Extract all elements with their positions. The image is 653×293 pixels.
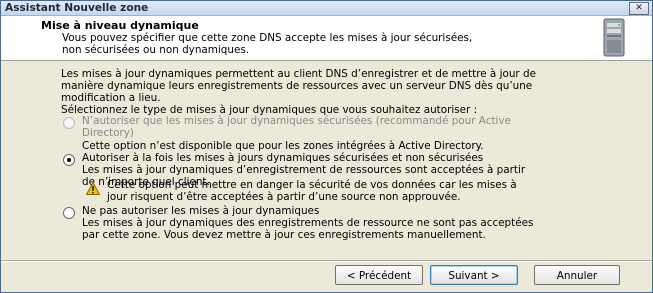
option-no-dynamic-desc2: par cette zone. Vous devez mettre à jour… <box>82 229 486 241</box>
page-title: Mise à niveau dynamique <box>41 19 199 32</box>
option-secure-and-nonsecure-desc1: Les mises à jour dynamiques d’enregistre… <box>82 164 526 176</box>
intro-line3: modification a lieu. <box>61 92 161 104</box>
title-bar[interactable]: Assistant Nouvelle zone ✕ <box>1 1 652 16</box>
warning-line2: jour risquent d’être acceptées à partir … <box>107 191 461 203</box>
radio-no-dynamic[interactable] <box>63 207 75 219</box>
page-subtitle-line2: non sécurisées ou non dynamiques. <box>62 44 250 56</box>
page-subtitle-line1: Vous pouvez spécifier que cette zone DNS… <box>62 32 473 44</box>
option-no-dynamic-desc1: Les mises à jour dynamiques des enregist… <box>82 217 534 229</box>
button-separator <box>1 260 652 262</box>
warning-line1: Cette option peut mettre en danger la sé… <box>107 179 517 191</box>
page-subtitle: Vous pouvez spécifier que cette zone DNS… <box>62 32 582 56</box>
next-button[interactable]: Suivant > <box>430 265 518 285</box>
intro-line2: manière dynamique leurs enregistrements … <box>61 80 533 92</box>
wizard-body: Les mises à jour dynamiques permettent a… <box>1 61 652 262</box>
intro-line1: Les mises à jour dynamiques permettent a… <box>61 68 537 80</box>
close-icon[interactable]: ✕ <box>629 2 649 15</box>
option-secure-and-nonsecure-label: Autoriser à la fois les mises à jours dy… <box>82 152 484 164</box>
warning-icon <box>86 182 100 195</box>
radio-selected-dot <box>67 158 71 162</box>
server-icon <box>603 18 625 57</box>
window-title: Assistant Nouvelle zone <box>5 2 149 14</box>
wizard-window: Assistant Nouvelle zone ✕ Mise à niveau … <box>0 0 653 293</box>
option-secure-only-desc: Cette option n’est disponible que pour l… <box>82 140 484 152</box>
wizard-header: Mise à niveau dynamique Vous pouvez spéc… <box>1 16 652 61</box>
cancel-button[interactable]: Annuler <box>534 265 620 285</box>
option-secure-only-label1: N’autoriser que les mises à jour dynamiq… <box>82 115 511 127</box>
radio-secure-only[interactable] <box>63 117 75 129</box>
back-button[interactable]: < Précédent <box>335 265 423 285</box>
option-secure-only-label2: Directory) <box>82 127 134 139</box>
option-no-dynamic-label: Ne pas autoriser les mises à jour dynami… <box>82 205 320 217</box>
radio-secure-and-nonsecure[interactable] <box>63 154 75 166</box>
